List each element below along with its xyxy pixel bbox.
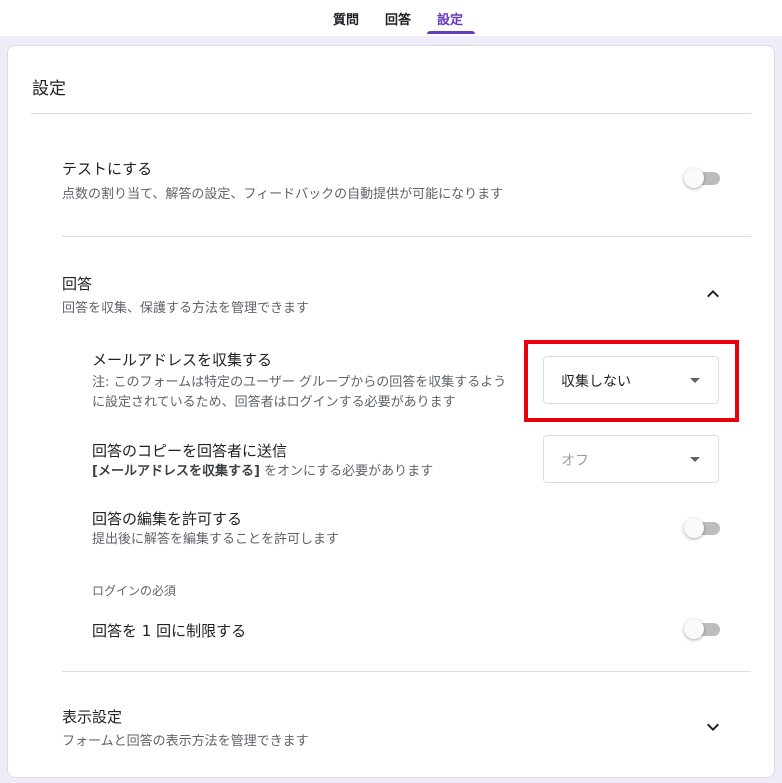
collect-email-note: 注: このフォームは特定のユーザー グループからの回答を収集するよう に設定され… xyxy=(92,373,542,413)
presentation-description: フォームと回答の表示方法を管理できます xyxy=(62,734,309,749)
login-required-label: ログインの必須 xyxy=(92,584,177,598)
allow-edit-description: 提出後に解答を編集することを許可します xyxy=(92,532,340,547)
send-copy-title: 回答のコピーを回答者に送信 xyxy=(92,442,288,460)
send-copy-select: オフ xyxy=(543,435,719,483)
send-copy-selected: オフ xyxy=(561,453,589,469)
tab-responses[interactable]: 回答 xyxy=(385,9,411,28)
collect-email-note-line2: に設定されているため、回答者はログインする必要があります xyxy=(92,395,456,410)
dropdown-arrow-icon xyxy=(690,457,700,462)
toggle-thumb xyxy=(684,619,704,639)
quiz-description: 点数の割り当て、解答の設定、フィードバックの自動提供が可能になります xyxy=(62,187,504,202)
top-tab-bar: 質問 回答 設定 xyxy=(0,0,782,36)
collect-email-note-line1: 注: このフォームは特定のユーザー グループからの回答を収集するよう xyxy=(92,375,507,390)
chevron-up-icon[interactable] xyxy=(701,282,725,306)
collect-email-title: メールアドレスを収集する xyxy=(92,351,273,369)
allow-edit-toggle[interactable] xyxy=(684,518,722,538)
send-copy-desc-bold: [メールアドレスを収集する] xyxy=(92,464,260,479)
toggle-thumb xyxy=(684,518,704,538)
settings-title: 設定 xyxy=(32,79,66,99)
divider xyxy=(62,236,751,237)
limit-one-toggle[interactable] xyxy=(684,619,722,639)
divider xyxy=(31,113,751,114)
active-tab-indicator xyxy=(427,31,475,34)
presentation-title: 表示設定 xyxy=(62,708,123,726)
tab-settings[interactable]: 設定 xyxy=(437,9,463,28)
responses-description: 回答を収集、保護する方法を管理できます xyxy=(62,301,310,316)
toggle-thumb xyxy=(684,168,704,188)
quiz-title: テストにする xyxy=(62,160,153,178)
quiz-toggle[interactable] xyxy=(684,168,722,188)
highlight-box xyxy=(524,340,739,422)
allow-edit-title: 回答の編集を許可する xyxy=(92,510,243,528)
limit-one-title: 回答を 1 回に制限する xyxy=(92,622,247,640)
send-copy-description: [メールアドレスを収集する] をオンにする必要があります xyxy=(92,462,433,482)
chevron-down-icon[interactable] xyxy=(701,715,725,739)
tab-questions[interactable]: 質問 xyxy=(333,9,359,28)
responses-title: 回答 xyxy=(62,275,93,293)
divider xyxy=(62,671,751,672)
send-copy-desc-rest: をオンにする必要があります xyxy=(259,464,434,479)
